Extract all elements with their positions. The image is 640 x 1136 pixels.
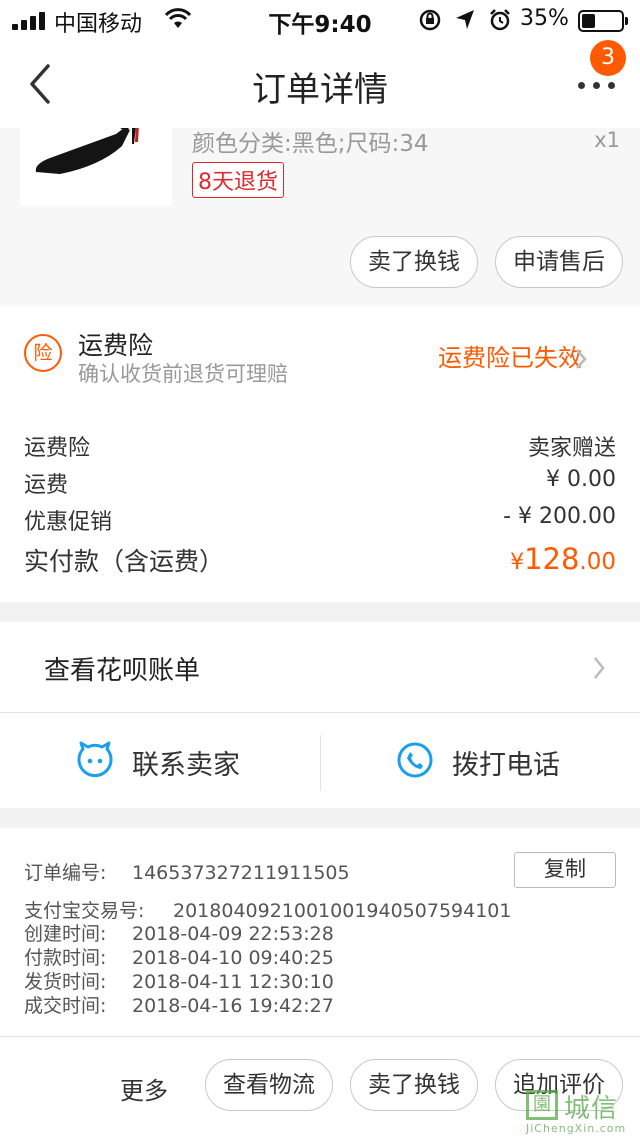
- watermark-url: JiChengXin.com: [526, 1122, 627, 1135]
- call-phone-button[interactable]: 拨打电话: [320, 713, 640, 809]
- battery-level: [582, 14, 595, 28]
- sell-exchange-button[interactable]: 卖了换钱: [350, 236, 478, 288]
- total-integer: 128: [524, 542, 580, 576]
- order-number: 146537327211911505: [132, 862, 350, 884]
- created-time-line: 创建时间: 2018-04-09 22:53:28: [24, 919, 334, 946]
- cost-label: 运费险: [24, 436, 91, 461]
- nav-bar: 订单详情 3: [0, 40, 640, 128]
- page-title: 订单详情: [252, 70, 388, 110]
- paid-time: 2018-04-10 09:40:25: [132, 947, 334, 969]
- view-logistics-button[interactable]: 查看物流: [205, 1059, 333, 1111]
- product-image[interactable]: [20, 128, 172, 206]
- watermark-text: 城信: [564, 1094, 619, 1124]
- product-card: 颜色分类:黑色;尺码:34 x1 8天退货 卖了换钱 申请售后: [0, 128, 640, 306]
- shipping-insurance-row[interactable]: 险 运费险 确认收货前退货可理赔 运费险已失效: [0, 306, 640, 390]
- order-number-line: 订单编号: 146537327211911505: [24, 858, 350, 885]
- order-number-label: 订单编号:: [24, 862, 107, 884]
- total-currency: ¥: [510, 550, 525, 575]
- rotation-lock-icon: [419, 9, 441, 31]
- completed-time-line: 成交时间: 2018-04-16 19:42:27: [24, 991, 334, 1018]
- alarm-icon: [490, 9, 510, 31]
- cost-row-shipping: 运费 ¥ 0.00: [24, 467, 616, 503]
- completed-time-label: 成交时间:: [24, 995, 107, 1017]
- contact-bar: 联系卖家 拨打电话: [0, 712, 640, 808]
- order-info: 订单编号: 146537327211911505 复制 支付宝交易号: 201804…: [0, 828, 640, 1036]
- total-amount: ¥128.00: [510, 542, 616, 576]
- sell-exchange-button[interactable]: 卖了换钱: [350, 1059, 478, 1111]
- phone-icon: [397, 742, 433, 778]
- site-watermark: 園 城信 JiChengXin.com: [526, 1088, 638, 1136]
- paid-time-line: 付款时间: 2018-04-10 09:40:25: [24, 943, 334, 970]
- cost-row-discount: 优惠促销 - ¥ 200.00: [24, 504, 616, 540]
- return-policy-badge: 8天退货: [192, 162, 284, 198]
- chat-face-icon: [77, 741, 113, 778]
- cost-row-total: 实付款（含运费） ¥128.00: [24, 542, 616, 586]
- paid-time-label: 付款时间:: [24, 947, 107, 969]
- cost-value: - ¥ 200.00: [503, 504, 616, 529]
- cost-summary: 运费险 卖家赠送 运费 ¥ 0.00 优惠促销 - ¥ 200.00 实付款（含…: [0, 390, 640, 602]
- cost-value: ¥ 0.00: [546, 467, 616, 492]
- created-time: 2018-04-09 22:53:28: [132, 923, 334, 945]
- high-heel-shoe-icon: [35, 128, 139, 174]
- cost-value: 卖家赠送: [527, 436, 616, 461]
- notification-badge: 3: [590, 40, 626, 76]
- location-arrow-icon: [456, 10, 474, 29]
- insurance-subtitle: 确认收货前退货可理赔: [78, 362, 288, 386]
- insurance-icon: 险: [24, 334, 62, 372]
- contact-seller-label: 联系卖家: [132, 750, 240, 781]
- cost-label: 运费: [24, 473, 69, 498]
- product-attributes: 颜色分类:黑色;尺码:34: [192, 131, 429, 157]
- completed-time: 2018-04-16 19:42:27: [132, 995, 334, 1017]
- shipped-time-line: 发货时间: 2018-04-11 12:30:10: [24, 967, 334, 994]
- after-sale-button[interactable]: 申请售后: [495, 236, 623, 288]
- huabei-bill-row[interactable]: 查看花呗账单: [0, 622, 640, 712]
- battery-percent: 35%: [520, 6, 569, 31]
- total-decimal: .00: [579, 549, 616, 575]
- battery-icon: [578, 10, 628, 32]
- huabei-label: 查看花呗账单: [44, 656, 201, 686]
- shipped-time-label: 发货时间:: [24, 971, 107, 993]
- shipped-time: 2018-04-11 12:30:10: [132, 971, 334, 993]
- call-phone-label: 拨打电话: [452, 750, 560, 781]
- more-actions-button[interactable]: 更多: [120, 1071, 168, 1106]
- cost-row-insurance: 运费险 卖家赠送: [24, 430, 616, 466]
- chevron-right-icon: [576, 349, 587, 369]
- total-label: 实付款（含运费）: [24, 547, 225, 576]
- copy-button[interactable]: 复制: [514, 852, 616, 888]
- created-time-label: 创建时间:: [24, 923, 107, 945]
- status-bar: 中国移动 下午9:40 35%: [0, 0, 640, 40]
- watermark-logo-icon: 園: [526, 1090, 558, 1120]
- chevron-right-icon: [594, 657, 605, 679]
- product-quantity: x1: [594, 128, 620, 152]
- insurance-status: 运费险已失效: [438, 344, 582, 372]
- cost-label: 优惠促销: [24, 510, 113, 535]
- insurance-title: 运费险: [78, 331, 154, 360]
- contact-seller-button[interactable]: 联系卖家: [0, 713, 320, 809]
